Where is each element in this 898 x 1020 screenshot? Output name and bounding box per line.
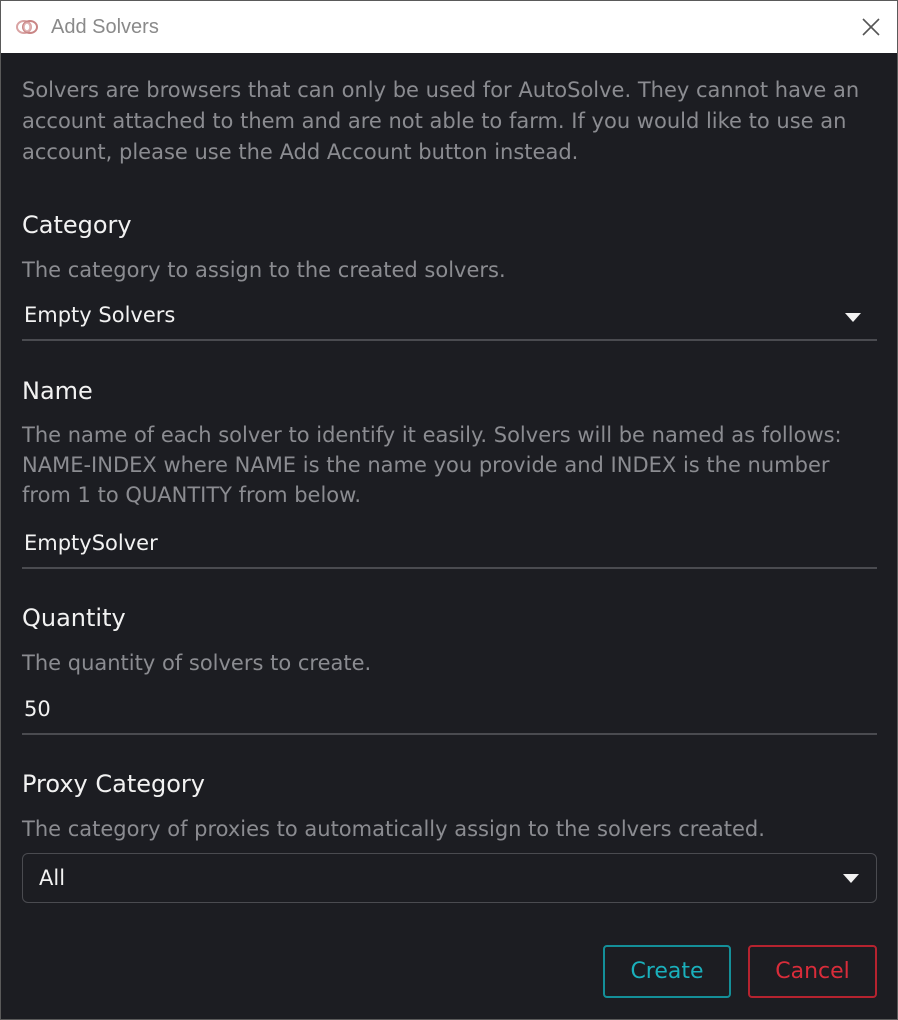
name-input-value: EmptySolver — [24, 531, 158, 555]
category-select-value: Empty Solvers — [24, 303, 176, 327]
proxy-category-select-value: All — [39, 866, 66, 890]
quantity-description: The quantity of solvers to create. — [22, 651, 372, 675]
category-label: Category — [22, 211, 132, 239]
name-input[interactable]: EmptySolver — [22, 523, 877, 569]
proxy-category-description: The category of proxies to automatically… — [22, 817, 765, 841]
quantity-label: Quantity — [22, 604, 126, 632]
close-icon — [862, 18, 880, 36]
title-bar: Add Solvers — [1, 1, 897, 53]
window-title: Add Solvers — [51, 16, 159, 38]
quantity-input[interactable]: 50 — [22, 689, 877, 735]
create-button[interactable]: Create — [603, 945, 731, 998]
close-button[interactable] — [845, 1, 897, 53]
intro-text: Solvers are browsers that can only be us… — [22, 78, 860, 164]
cancel-button[interactable]: Cancel — [748, 945, 877, 998]
caret-down-icon — [843, 874, 859, 883]
category-select[interactable]: Empty Solvers — [22, 295, 877, 341]
name-description: The name of each solver to identify it e… — [22, 423, 842, 507]
proxy-category-label: Proxy Category — [22, 770, 205, 798]
dialog-body: Solvers are browsers that can only be us… — [1, 53, 897, 1019]
proxy-category-select[interactable]: All — [22, 853, 877, 903]
caret-down-icon — [845, 313, 861, 322]
category-description: The category to assign to the created so… — [22, 258, 506, 282]
quantity-input-value: 50 — [24, 697, 51, 721]
add-solvers-dialog: Add Solvers Solvers are browsers that ca… — [0, 0, 898, 1020]
name-label: Name — [22, 377, 93, 405]
autosolve-logo-icon — [16, 20, 38, 34]
